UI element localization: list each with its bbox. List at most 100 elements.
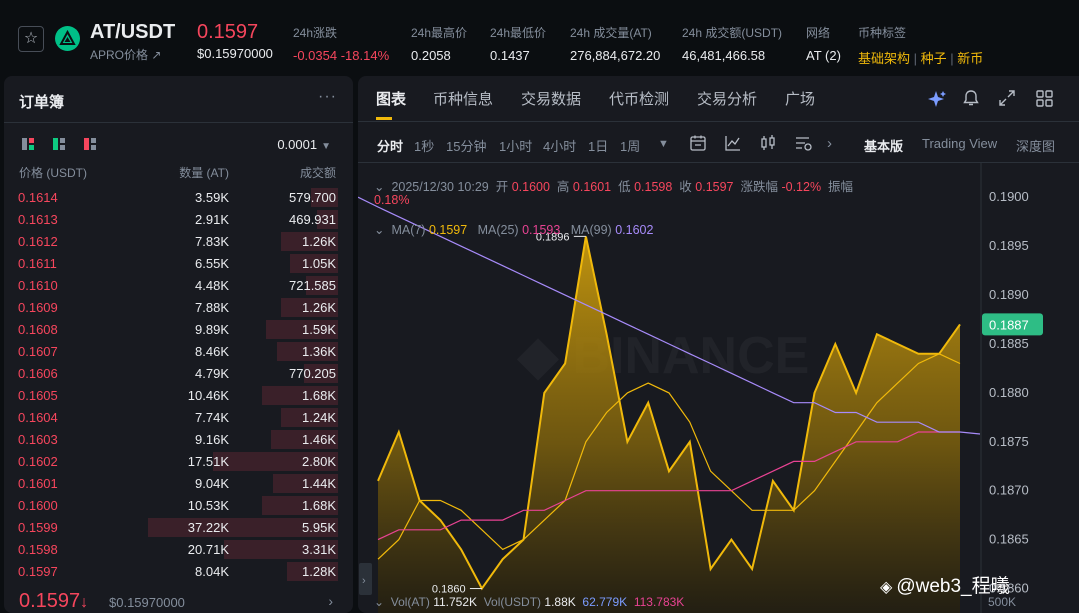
ask-price: 0.1608 bbox=[18, 322, 58, 337]
ask-qty: 8.04K bbox=[195, 564, 229, 579]
stat-24h-low: 24h最低价 0.1437 bbox=[490, 26, 547, 63]
ask-price: 0.1613 bbox=[18, 212, 58, 227]
tick-size-select[interactable]: 0.0001 ▼ bbox=[277, 137, 331, 152]
ask-price: 0.1606 bbox=[18, 366, 58, 381]
ask-row[interactable]: 0.1597 8.04K 1.28K bbox=[4, 560, 353, 582]
ask-row[interactable]: 0.1613 2.91K 469.931 bbox=[4, 208, 353, 230]
favorite-star-icon[interactable]: ☆ bbox=[18, 26, 44, 52]
ask-row[interactable]: 0.1612 7.83K 1.26K bbox=[4, 230, 353, 252]
ask-qty: 37.22K bbox=[187, 520, 229, 535]
ask-qty: 7.74K bbox=[195, 410, 229, 425]
ask-price: 0.1603 bbox=[18, 432, 58, 447]
layout-asks-icon[interactable] bbox=[84, 138, 96, 150]
indicator-chart-icon[interactable] bbox=[724, 134, 742, 155]
interval-1s[interactable]: 1秒 bbox=[414, 136, 434, 155]
tag-link[interactable]: 新币 bbox=[957, 51, 983, 66]
author-watermark: ◈ @web3_程曦 bbox=[880, 576, 1010, 597]
ask-row[interactable]: 0.1609 7.88K 1.26K bbox=[4, 296, 353, 318]
ask-price: 0.1605 bbox=[18, 388, 58, 403]
ask-total: 3.31K bbox=[302, 542, 336, 557]
tab-trade-analysis[interactable]: 交易分析 bbox=[697, 88, 757, 109]
ask-total: 2.80K bbox=[302, 454, 336, 469]
candle-icon[interactable] bbox=[759, 134, 777, 155]
chevron-right-icon[interactable]: › bbox=[328, 593, 333, 609]
collapse-icon: ⌄ bbox=[374, 180, 385, 194]
ma-info: ⌄ MA(7) 0.1597 MA(25) 0.1593 MA(99) 0.16… bbox=[374, 223, 654, 237]
chevron-right-icon[interactable]: › bbox=[827, 135, 832, 152]
ask-row[interactable]: 0.1598 20.71K 3.31K bbox=[4, 538, 353, 560]
low-price-label: 0.1860 bbox=[432, 584, 466, 596]
interval-line[interactable]: 分时 bbox=[377, 136, 403, 155]
sparkle-ai-icon[interactable] bbox=[927, 89, 947, 112]
interval-15m[interactable]: 15分钟 bbox=[446, 136, 486, 155]
tag-link[interactable]: 基础架构 bbox=[858, 51, 910, 66]
mode-tradingview[interactable]: Trading View bbox=[922, 136, 997, 151]
mode-depth[interactable]: 深度图 bbox=[1016, 136, 1055, 155]
header-total: 成交额 bbox=[299, 166, 336, 180]
chevron-right-icon[interactable]: › bbox=[362, 575, 366, 587]
ask-row[interactable]: 0.1600 10.53K 1.68K bbox=[4, 494, 353, 516]
ask-row[interactable]: 0.1614 3.59K 579.700 bbox=[4, 186, 353, 208]
header-qty: 数量 (AT) bbox=[179, 166, 229, 180]
divider bbox=[4, 122, 353, 123]
ticker-header: ☆ AT/USDT APRO价格 ↗ 0.1597 $0.15970000 24… bbox=[0, 0, 1079, 72]
volume-info: ⌄ Vol(AT) 11.752K Vol(USDT) 1.88K 62.779… bbox=[374, 595, 685, 609]
expand-icon[interactable] bbox=[998, 89, 1016, 110]
ask-total: 770.205 bbox=[289, 366, 336, 381]
ask-row[interactable]: 0.1603 9.16K 1.46K bbox=[4, 428, 353, 450]
interval-4h[interactable]: 4小时 bbox=[543, 136, 576, 155]
ask-row[interactable]: 0.1605 10.46K 1.68K bbox=[4, 384, 353, 406]
ask-total: 1.26K bbox=[302, 234, 336, 249]
ask-row[interactable]: 0.1611 6.55K 1.05K bbox=[4, 252, 353, 274]
ask-row[interactable]: 0.1606 4.79K 770.205 bbox=[4, 362, 353, 384]
interval-1w[interactable]: 1周 bbox=[620, 136, 640, 155]
ask-row[interactable]: 0.1601 9.04K 1.44K bbox=[4, 472, 353, 494]
tag-link[interactable]: 种子 bbox=[921, 51, 947, 66]
stat-24h-turnover: 24h 成交额(USDT) 46,481,466.58 bbox=[682, 26, 783, 63]
stat-24h-volume: 24h 成交量(AT) 276,884,672.20 bbox=[570, 26, 661, 63]
grid-layout-icon[interactable] bbox=[1035, 89, 1054, 111]
apro-logo-icon bbox=[55, 26, 80, 51]
ask-row[interactable]: 0.1610 4.48K 721.585 bbox=[4, 274, 353, 296]
tab-token-check[interactable]: 代币检测 bbox=[609, 88, 669, 109]
more-icon[interactable]: ··· bbox=[318, 88, 337, 106]
ask-qty: 17.51K bbox=[187, 454, 229, 469]
y-tick-label: 0.1900 bbox=[989, 189, 1029, 204]
tab-chart[interactable]: 图表 bbox=[376, 88, 406, 109]
ask-price: 0.1601 bbox=[18, 476, 58, 491]
ask-row[interactable]: 0.1608 9.89K 1.59K bbox=[4, 318, 353, 340]
ask-qty: 10.53K bbox=[187, 498, 229, 513]
stat-24h-change: 24h涨跌 -0.0354 -18.14% bbox=[293, 26, 390, 63]
tab-trading-data[interactable]: 交易数据 bbox=[521, 88, 581, 109]
y-tick-label: 0.1880 bbox=[989, 385, 1029, 400]
ask-total: 1.26K bbox=[302, 300, 336, 315]
orderbook-last-price[interactable]: 0.1597↓ bbox=[19, 590, 88, 613]
mode-basic[interactable]: 基本版 bbox=[864, 136, 903, 155]
ask-row[interactable]: 0.1604 7.74K 1.24K bbox=[4, 406, 353, 428]
stat-tags: 币种标签 基础架构 | 种子 | 新币 bbox=[858, 26, 984, 66]
ask-qty: 2.91K bbox=[195, 212, 229, 227]
calendar-icon[interactable] bbox=[689, 134, 707, 155]
ask-row[interactable]: 0.1602 17.51K 2.80K bbox=[4, 450, 353, 472]
ask-qty: 8.46K bbox=[195, 344, 229, 359]
layout-bids-icon[interactable] bbox=[53, 138, 65, 150]
trading-pair[interactable]: AT/USDT bbox=[90, 21, 175, 44]
interval-more-dropdown[interactable]: ▼ bbox=[658, 138, 669, 150]
tab-square[interactable]: 广场 bbox=[785, 88, 815, 109]
interval-1h[interactable]: 1小时 bbox=[499, 136, 532, 155]
tab-coin-info[interactable]: 币种信息 bbox=[433, 88, 493, 109]
chart-settings-icon[interactable] bbox=[794, 134, 813, 155]
orderbook-last-usd: $0.15970000 bbox=[109, 595, 185, 610]
chart-tabs: 图表 币种信息 交易数据 代币检测 交易分析 广场 bbox=[358, 76, 1079, 122]
ask-row[interactable]: 0.1599 37.22K 5.95K bbox=[4, 516, 353, 538]
stat-network[interactable]: 网络 AT (2) bbox=[806, 24, 841, 63]
ask-total: 1.44K bbox=[302, 476, 336, 491]
bell-icon[interactable] bbox=[962, 89, 980, 110]
ask-row[interactable]: 0.1607 8.46K 1.36K bbox=[4, 340, 353, 362]
active-tab-underline bbox=[376, 117, 392, 120]
layout-both-icon[interactable] bbox=[22, 138, 34, 150]
ask-price: 0.1600 bbox=[18, 498, 58, 513]
coin-name-link[interactable]: APRO价格 ↗ bbox=[90, 46, 161, 63]
ask-total: 5.95K bbox=[302, 520, 336, 535]
interval-1d[interactable]: 1日 bbox=[588, 136, 608, 155]
